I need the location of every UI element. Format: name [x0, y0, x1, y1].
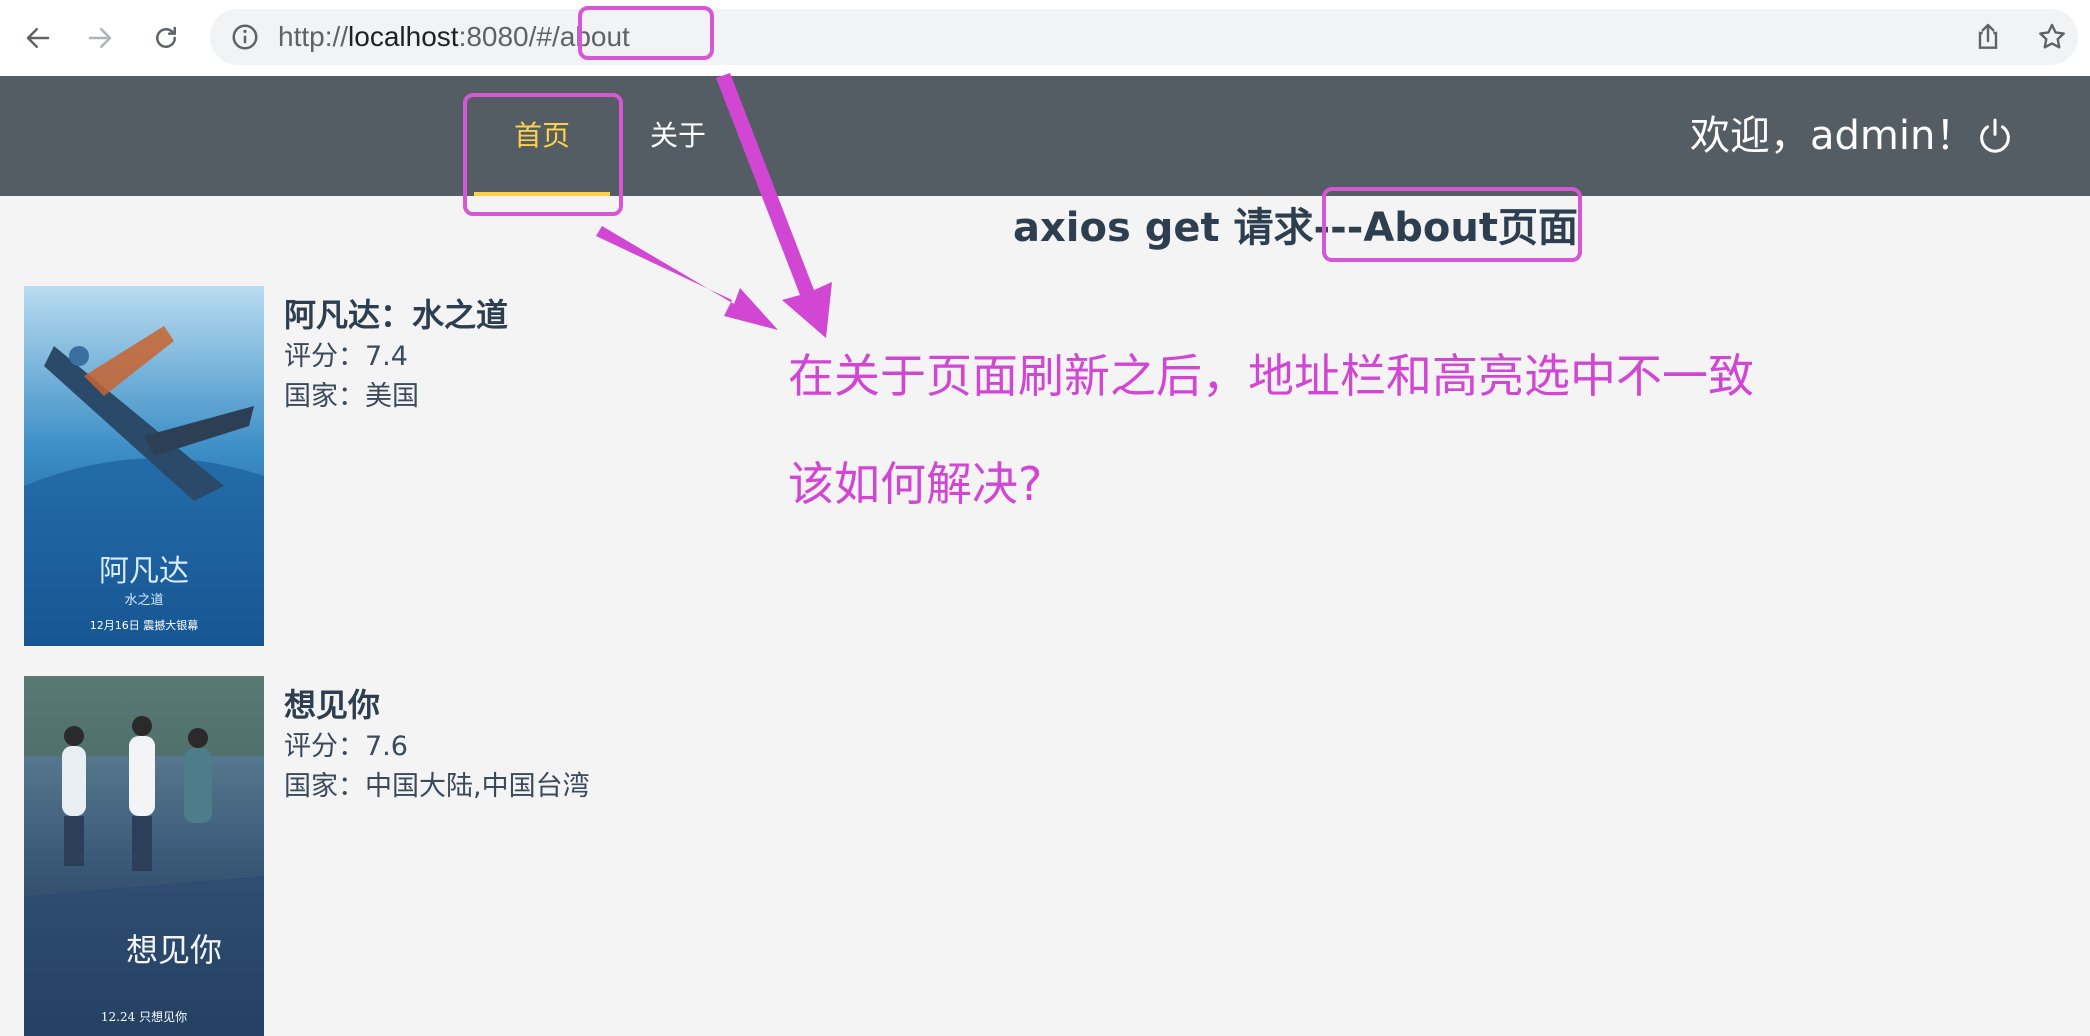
movie-country: 国家：美国 — [284, 381, 419, 412]
power-icon[interactable] — [1975, 116, 2015, 156]
movie-title: 阿凡达：水之道 — [284, 296, 509, 334]
star-icon[interactable] — [2036, 21, 2068, 53]
reload-icon — [156, 26, 176, 48]
poster-date: 12月16日 震撼大银幕 — [90, 618, 199, 632]
app-header: 首页 关于 欢迎，admin！ — [0, 76, 2090, 196]
browser-toolbar: http://localhost:8080/#/about — [0, 0, 2090, 77]
poster-subtitle: 水之道 — [124, 593, 163, 608]
info-icon[interactable] — [230, 22, 260, 52]
movie-country: 国家：中国大陆,中国台湾 — [284, 771, 590, 802]
poster-title: 阿凡达 — [99, 554, 189, 589]
movie-title: 想见你 — [284, 686, 381, 724]
url-prefix: http:// — [278, 21, 349, 52]
movie-poster: 想见你 12.24 只想见你 — [24, 676, 264, 1036]
annotation-box-url — [578, 6, 714, 60]
back-button[interactable] — [16, 16, 60, 60]
annotation-box-home-tab — [463, 93, 623, 216]
movie-rating: 评分：7.6 — [284, 731, 408, 762]
share-icon[interactable] — [1972, 21, 2004, 53]
address-bar[interactable]: http://localhost:8080/#/about — [210, 9, 2078, 65]
annotation-question-line2: 该如何解决? — [788, 457, 1043, 511]
back-arrow-icon — [26, 28, 50, 48]
movie-item[interactable]: 想见你 12.24 只想见你 想见你 评分：7.6 国家：中国大陆,中国台湾 — [24, 676, 924, 1036]
forward-arrow-icon — [88, 28, 112, 48]
annotation-question-line1: 在关于页面刷新之后，地址栏和高亮选中不一致 — [788, 349, 1754, 403]
movie-poster: 阿凡达 水之道 12月16日 震撼大银幕 — [24, 286, 264, 646]
reload-button[interactable] — [144, 16, 188, 60]
movie-rating: 评分：7.4 — [284, 341, 408, 372]
url-host: localhost — [348, 21, 459, 52]
poster-title: 想见你 — [126, 931, 222, 969]
forward-button[interactable] — [78, 16, 122, 60]
welcome-text: 欢迎，admin！ — [1690, 113, 1976, 159]
annotation-box-heading — [1322, 187, 1582, 262]
menu-item-about[interactable]: 关于 — [630, 76, 726, 196]
